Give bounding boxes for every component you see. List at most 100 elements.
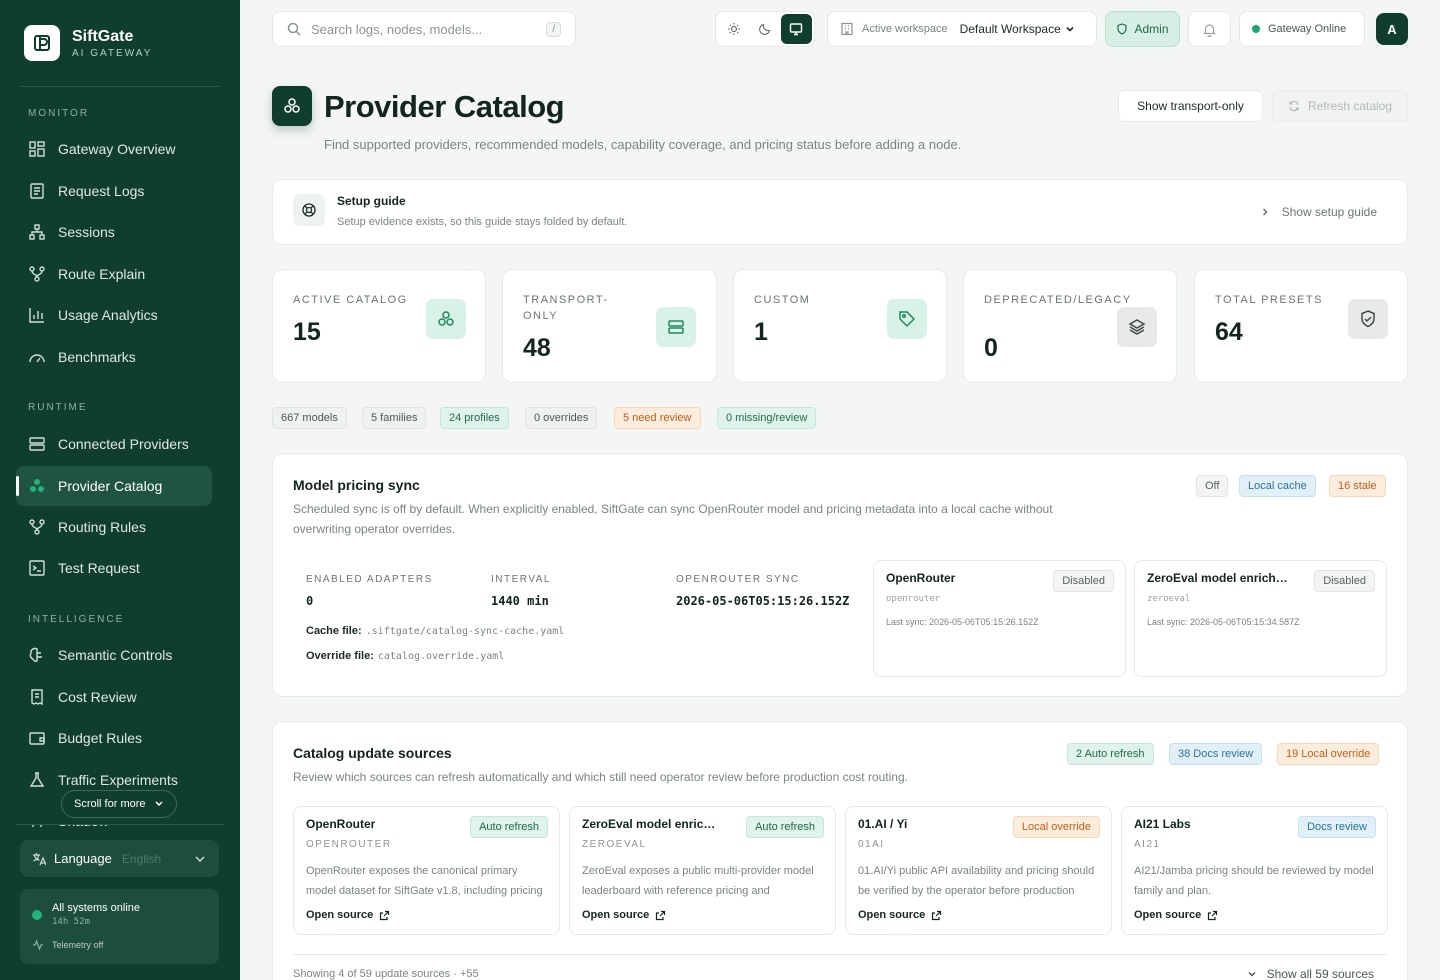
receipt-icon <box>31 689 43 706</box>
moon-icon <box>759 23 771 35</box>
theme-system-button[interactable] <box>780 14 812 44</box>
setup-guide-title: Setup guide <box>337 194 406 208</box>
brand[interactable]: SiftGate AI GATEWAY <box>24 25 152 61</box>
sidebar-item-budget-rules[interactable]: Budget Rules <box>16 718 212 758</box>
adapter-status-badge: Disabled <box>1053 570 1114 592</box>
adapter-card-zeroeval[interactable]: ZeroEval model enrichment Disabled zeroe… <box>1134 560 1387 677</box>
external-link-icon <box>656 910 666 920</box>
stat-label: ACTIVE CATALOG <box>293 294 408 306</box>
open-source-link[interactable]: Open source <box>582 909 666 921</box>
page-description: Find supported providers, recommended mo… <box>324 137 962 152</box>
nav-section-monitor: MONITOR <box>28 108 90 119</box>
system-status-panel: All systems online 14h 52m Telemetry off <box>20 889 219 964</box>
external-link-icon <box>380 910 390 920</box>
open-source-link[interactable]: Open source <box>858 909 942 921</box>
source-id: ZEROEVAL <box>582 839 647 850</box>
cache-file-path: .siftgate/catalog-sync-cache.yaml <box>365 626 565 637</box>
sidebar-item-benchmarks[interactable]: Benchmarks <box>16 337 212 377</box>
chip-overrides: 0 overrides <box>525 407 598 429</box>
source-name: OpenRouter <box>306 817 376 831</box>
role-badge[interactable]: Admin <box>1105 11 1180 47</box>
theme-light-button[interactable] <box>718 14 749 44</box>
adapter-id: openrouter <box>886 594 941 604</box>
scroll-more-button[interactable]: Scroll for more <box>61 790 177 818</box>
section-description: Review which sources can refresh automat… <box>293 770 908 784</box>
open-source-link[interactable]: Open source <box>306 909 390 921</box>
avatar[interactable]: A <box>1376 13 1408 45</box>
local-override-count-badge: 19 Local override <box>1277 743 1380 765</box>
interval-label: INTERVAL <box>491 574 551 585</box>
sidebar-item-gateway-overview[interactable]: Gateway Overview <box>16 129 212 169</box>
sidebar-item-route-explain[interactable]: Route Explain <box>16 254 212 294</box>
source-description: AI21/Jamba pricing should be reviewed by… <box>1134 865 1374 897</box>
layers-icon <box>1117 307 1157 347</box>
workspace-select[interactable]: Active workspace Default Workspace <box>827 11 1097 47</box>
search-input[interactable]: Search logs, nodes, models... / <box>272 11 576 47</box>
chevron-down-icon <box>155 801 163 807</box>
role-label: Admin <box>1134 22 1169 36</box>
sidebar-item-test-request[interactable]: Test Request <box>16 548 212 588</box>
stat-label: TOTAL PRESETS <box>1215 294 1323 306</box>
gateway-status[interactable]: Gateway Online <box>1239 11 1365 47</box>
brain-icon <box>29 647 42 662</box>
auto-refresh-count-badge: 2 Auto refresh <box>1067 743 1154 765</box>
server-icon <box>29 437 45 451</box>
cache-file-label: Cache file: <box>306 625 362 637</box>
external-link-icon <box>1208 910 1218 920</box>
dashboard-icon <box>29 141 45 157</box>
sidebar-item-label: Sessions <box>58 224 115 240</box>
source-id: 01AI <box>858 839 885 850</box>
notifications-button[interactable] <box>1188 11 1231 47</box>
show-setup-guide-button[interactable]: Show setup guide <box>1260 205 1377 219</box>
stat-transport-only: TRANSPORT-ONLY 48 <box>502 269 717 383</box>
logs-icon <box>30 183 44 199</box>
sidebar-item-label: Test Request <box>58 560 140 576</box>
stat-label: DEPRECATED/LEGACY <box>984 294 1132 306</box>
bell-icon <box>1203 23 1216 37</box>
adapter-name: OpenRouter <box>886 571 956 585</box>
open-source-label: Open source <box>582 909 650 921</box>
sidebar-item-routing-rules[interactable]: Routing Rules <box>16 507 212 547</box>
sidebar-item-cost-review[interactable]: Cost Review <box>16 677 212 717</box>
brand-subtitle: AI GATEWAY <box>72 47 153 59</box>
sidebar-divider <box>20 86 220 87</box>
sidebar-item-semantic-controls[interactable]: Semantic Controls <box>16 635 212 675</box>
workspace-label: Active workspace <box>862 23 948 35</box>
status-title: All systems online <box>52 902 141 914</box>
section-title: Model pricing sync <box>293 477 420 493</box>
open-source-label: Open source <box>858 909 926 921</box>
source-id: OPENROUTER <box>306 839 392 850</box>
sidebar-item-provider-catalog[interactable]: Provider Catalog <box>16 466 212 506</box>
source-card-ai21: AI21 Labs Docs review AI21 AI21/Jamba pr… <box>1121 806 1388 935</box>
flask-icon <box>29 772 45 787</box>
chevron-down-icon <box>195 855 205 862</box>
sidebar-item-usage-analytics[interactable]: Usage Analytics <box>16 295 212 335</box>
status-uptime: 14h 52m <box>52 917 90 927</box>
chip-families: 5 families <box>362 407 427 429</box>
sidebar-item-label: Usage Analytics <box>58 307 158 323</box>
openrouter-sync-label: OPENROUTER SYNC <box>676 574 800 585</box>
section-title: Catalog update sources <box>293 745 452 761</box>
show-transport-only-button[interactable]: Show transport-only <box>1118 90 1263 122</box>
building-icon <box>841 22 853 36</box>
refresh-catalog-label: Refresh catalog <box>1307 99 1393 113</box>
language-select[interactable]: Language English <box>20 840 219 877</box>
route-icon <box>29 519 45 535</box>
adapter-card-openrouter[interactable]: OpenRouter Disabled openrouter Last sync… <box>873 560 1126 677</box>
stat-label: TRANSPORT-ONLY <box>523 294 609 322</box>
open-source-label: Open source <box>306 909 374 921</box>
sidebar-item-connected-providers[interactable]: Connected Providers <box>16 424 212 464</box>
sidebar-item-label: Cost Review <box>58 689 137 705</box>
open-source-link[interactable]: Open source <box>1134 909 1218 921</box>
sidebar-item-sessions[interactable]: Sessions <box>16 212 212 252</box>
sidebar-item-request-logs[interactable]: Request Logs <box>16 171 212 211</box>
terminal-icon <box>29 560 45 576</box>
refresh-catalog-button[interactable]: Refresh catalog <box>1272 90 1408 122</box>
sidebar-item-label: Traffic Experiments <box>58 772 178 788</box>
catalog-icon <box>426 299 466 339</box>
source-description: OpenRouter exposes the canonical primary… <box>306 865 543 897</box>
sidebar-item-label: Provider Catalog <box>58 478 163 494</box>
theme-dark-button[interactable] <box>749 14 780 44</box>
show-all-sources-button[interactable]: Show all 59 sources <box>1247 967 1374 980</box>
sidebar-item-label: Semantic Controls <box>58 647 173 663</box>
